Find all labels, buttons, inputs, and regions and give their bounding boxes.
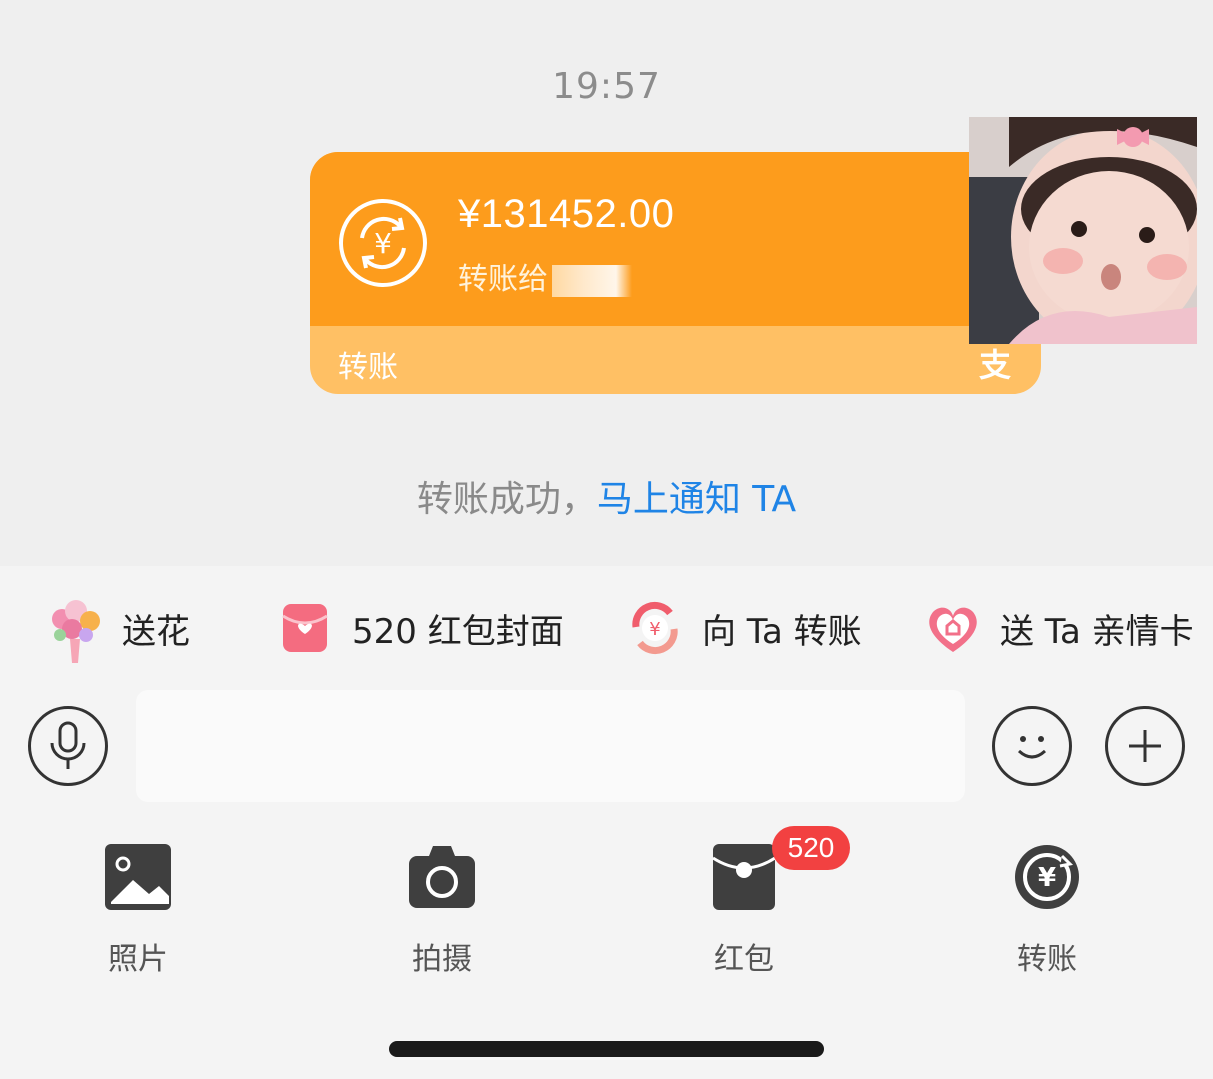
svg-text:¥: ¥ (1038, 863, 1056, 893)
quick-action-red-envelope-cover[interactable]: 520 红包封面 (270, 586, 580, 670)
quick-action-transfer-to-ta[interactable]: ¥ 向 Ta 转账 (620, 586, 880, 670)
bottom-panel: 送花 520 红包封面 ¥ 向 Ta 转账 送 Ta 亲情卡 照片 拍摄 红包 … (0, 566, 1213, 1079)
transfer-message-card[interactable]: ¥ ¥131452.00 转账给 转账 支 (310, 152, 1041, 394)
quick-action-label: 520 红包封面 (352, 611, 564, 652)
transfer-subtext-label: 转账给 (458, 262, 548, 297)
quick-action-send-flowers[interactable]: 送花 (40, 586, 230, 670)
tool-photo[interactable]: 照片 (58, 842, 218, 978)
avatar-photo (969, 117, 1197, 344)
notify-link[interactable]: 马上通知 TA (597, 479, 796, 520)
transfer-yuan-icon: ¥ (1015, 845, 1079, 909)
transfer-status: 转账成功，马上通知 TA (0, 470, 1213, 522)
message-timestamp: 19:57 (552, 66, 661, 107)
tool-transfer[interactable]: ¥ 转账 (967, 842, 1127, 978)
quick-action-label: 送花 (122, 611, 190, 652)
quick-action-bar: 送花 520 红包封面 ¥ 向 Ta 转账 送 Ta 亲情卡 (0, 586, 1213, 670)
tool-label: 转账 (1017, 942, 1077, 977)
heart-card-icon (918, 593, 988, 663)
redacted-mask (552, 264, 632, 297)
avatar[interactable] (969, 117, 1197, 344)
home-indicator[interactable] (389, 1041, 824, 1057)
chat-area: 19:57 ¥ ¥131452.00 转账给 转账 支 转账成功，马上通知 TA (0, 0, 1213, 566)
quick-action-label: 送 Ta 亲情卡 (1000, 611, 1194, 652)
transfer-coin-icon: ¥ (339, 199, 427, 287)
microphone-icon (50, 721, 86, 769)
red-packet-icon (712, 844, 776, 910)
photo-icon (105, 844, 171, 910)
quick-action-family-card[interactable]: 送 Ta 亲情卡 (918, 586, 1213, 670)
camera-icon (409, 846, 475, 908)
tool-label: 红包 (714, 942, 774, 977)
red-packet-badge: 520 (772, 826, 850, 870)
composer-row (0, 690, 1213, 802)
transfer-footer-label: 转账 (338, 350, 398, 385)
smiley-icon (1017, 736, 1047, 759)
plus-icon (1129, 730, 1161, 762)
tool-grid: 照片 拍摄 红包 ¥ 转账 (0, 842, 1213, 982)
message-input[interactable] (136, 690, 965, 802)
chat-screen: 19:57 ¥ ¥131452.00 转账给 转账 支 转账成功，马上通知 TA… (0, 0, 1213, 1079)
alipay-logo-icon: 支 (978, 346, 1011, 384)
svg-text:¥: ¥ (649, 619, 660, 640)
transfer-circle-icon: ¥ (620, 593, 690, 663)
voice-input-button[interactable] (28, 706, 108, 786)
tool-camera[interactable]: 拍摄 (362, 842, 522, 978)
tool-label: 拍摄 (412, 942, 472, 977)
flower-bouquet-icon (40, 593, 110, 663)
more-button[interactable] (1105, 706, 1185, 786)
transfer-amount: ¥131452.00 (458, 192, 675, 236)
transfer-subtext: 转账给 (458, 254, 632, 298)
red-envelope-cover-icon (270, 593, 340, 663)
emoji-button[interactable] (992, 706, 1072, 786)
transfer-card-top: ¥ ¥131452.00 转账给 (310, 152, 1041, 326)
tool-label: 照片 (108, 942, 168, 977)
svg-text:¥: ¥ (374, 227, 392, 260)
quick-action-label: 向 Ta 转账 (702, 611, 862, 652)
transfer-success-text: 转账成功， (416, 479, 597, 520)
